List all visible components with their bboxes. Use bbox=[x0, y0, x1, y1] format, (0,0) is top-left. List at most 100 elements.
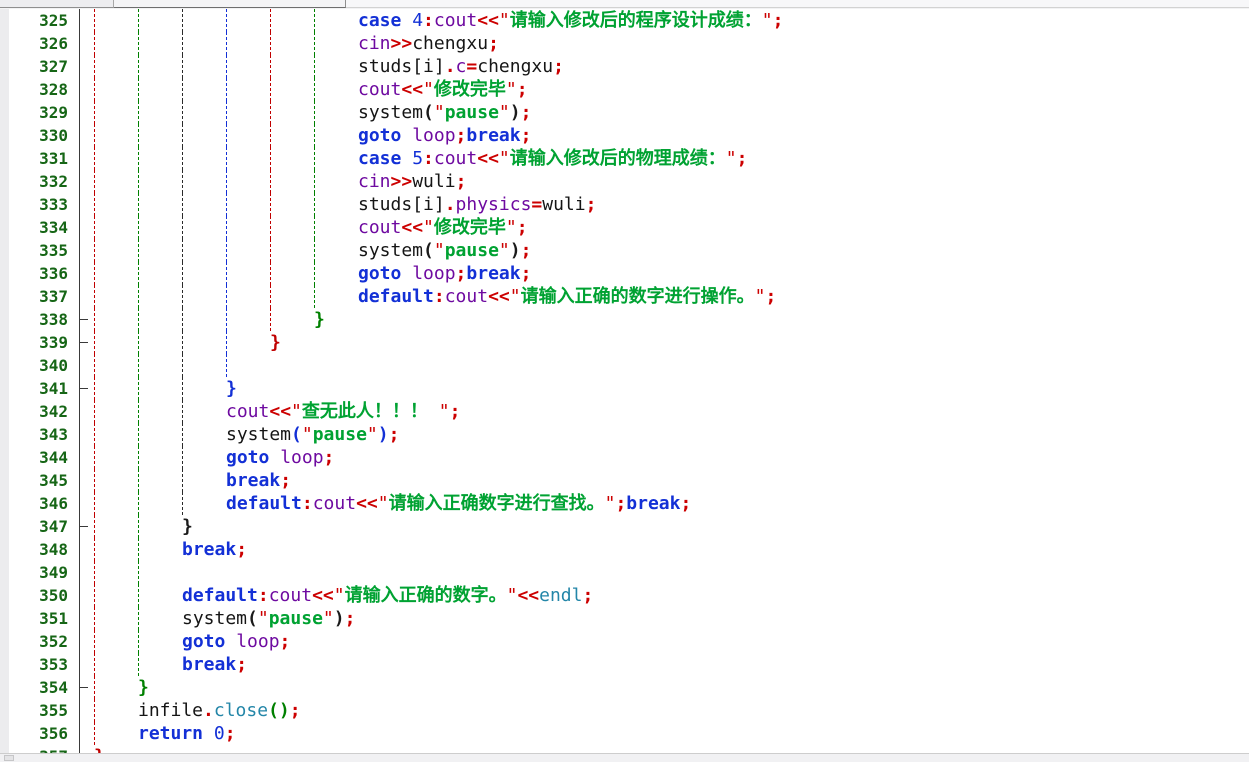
nav-bar-segment-middle[interactable] bbox=[114, 0, 346, 8]
line-number[interactable]: 337 bbox=[9, 285, 73, 308]
breakpoint-margin[interactable] bbox=[0, 538, 9, 561]
code-line[interactable]: 332 cin>>wuli; bbox=[0, 170, 1249, 193]
line-number[interactable]: 338 bbox=[9, 308, 73, 331]
code-line[interactable]: 347} bbox=[0, 515, 1249, 538]
code-line[interactable]: 325 case 4:cout<<"请输入修改后的程序设计成绩："; bbox=[0, 9, 1249, 32]
code-line[interactable]: 335 system("pause"); bbox=[0, 239, 1249, 262]
breakpoint-margin[interactable] bbox=[0, 262, 9, 285]
code-line[interactable]: 346 default:cout<<"请输入正确数字进行查找。";break; bbox=[0, 492, 1249, 515]
line-number[interactable]: 356 bbox=[9, 722, 73, 745]
breakpoint-margin[interactable] bbox=[0, 193, 9, 216]
line-number[interactable]: 352 bbox=[9, 630, 73, 653]
breakpoint-margin[interactable] bbox=[0, 423, 9, 446]
breakpoint-margin[interactable] bbox=[0, 55, 9, 78]
code-line[interactable]: 355 infile.close(); bbox=[0, 699, 1249, 722]
code-line[interactable]: 330 goto loop;break; bbox=[0, 124, 1249, 147]
line-number[interactable]: 339 bbox=[9, 331, 73, 354]
breakpoint-margin[interactable] bbox=[0, 32, 9, 55]
line-number[interactable]: 332 bbox=[9, 170, 73, 193]
breakpoint-margin[interactable] bbox=[0, 400, 9, 423]
breakpoint-margin[interactable] bbox=[0, 722, 9, 745]
horizontal-scrollbar[interactable] bbox=[0, 753, 1249, 762]
code-line[interactable]: 331 case 5:cout<<"请输入修改后的物理成绩："; bbox=[0, 147, 1249, 170]
line-number[interactable]: 329 bbox=[9, 101, 73, 124]
breakpoint-margin[interactable] bbox=[0, 147, 9, 170]
line-number[interactable]: 344 bbox=[9, 446, 73, 469]
line-number[interactable]: 340 bbox=[9, 354, 73, 377]
nav-bar-segment-left[interactable] bbox=[0, 0, 114, 8]
code-line[interactable]: 329 system("pause"); bbox=[0, 101, 1249, 124]
line-number[interactable]: 353 bbox=[9, 653, 73, 676]
breakpoint-margin[interactable] bbox=[0, 607, 9, 630]
line-number[interactable]: 349 bbox=[9, 561, 73, 584]
breakpoint-margin[interactable] bbox=[0, 584, 9, 607]
line-number[interactable]: 342 bbox=[9, 400, 73, 423]
breakpoint-margin[interactable] bbox=[0, 515, 9, 538]
code-line[interactable]: 356 return 0; bbox=[0, 722, 1249, 745]
code-line[interactable]: 349 bbox=[0, 561, 1249, 584]
breakpoint-margin[interactable] bbox=[0, 124, 9, 147]
code-line[interactable]: 352 goto loop; bbox=[0, 630, 1249, 653]
breakpoint-margin[interactable] bbox=[0, 630, 9, 653]
line-number[interactable]: 355 bbox=[9, 699, 73, 722]
breakpoint-margin[interactable] bbox=[0, 170, 9, 193]
line-number[interactable]: 331 bbox=[9, 147, 73, 170]
code-line[interactable]: 343 system("pause"); bbox=[0, 423, 1249, 446]
line-number[interactable]: 333 bbox=[9, 193, 73, 216]
line-number[interactable]: 336 bbox=[9, 262, 73, 285]
breakpoint-margin[interactable] bbox=[0, 377, 9, 400]
code-line[interactable]: 327 studs[i].c=chengxu; bbox=[0, 55, 1249, 78]
breakpoint-margin[interactable] bbox=[0, 492, 9, 515]
breakpoint-margin[interactable] bbox=[0, 653, 9, 676]
line-number[interactable]: 326 bbox=[9, 32, 73, 55]
line-number[interactable]: 343 bbox=[9, 423, 73, 446]
breakpoint-margin[interactable] bbox=[0, 699, 9, 722]
line-number[interactable]: 348 bbox=[9, 538, 73, 561]
code-line[interactable]: 344 goto loop; bbox=[0, 446, 1249, 469]
breakpoint-margin[interactable] bbox=[0, 354, 9, 377]
breakpoint-margin[interactable] bbox=[0, 216, 9, 239]
line-number[interactable]: 330 bbox=[9, 124, 73, 147]
breakpoint-margin[interactable] bbox=[0, 561, 9, 584]
line-number[interactable]: 354 bbox=[9, 676, 73, 699]
code-line[interactable]: 340 bbox=[0, 354, 1249, 377]
breakpoint-margin[interactable] bbox=[0, 285, 9, 308]
code-line[interactable]: 334 cout<<"修改完毕"; bbox=[0, 216, 1249, 239]
breakpoint-margin[interactable] bbox=[0, 101, 9, 124]
code-line[interactable]: 338} bbox=[0, 308, 1249, 331]
code-line[interactable]: 341} bbox=[0, 377, 1249, 400]
code-area[interactable]: 325 case 4:cout<<"请输入修改后的程序设计成绩："; 326 cin>… bbox=[0, 9, 1249, 762]
line-number[interactable]: 325 bbox=[9, 9, 73, 32]
breakpoint-margin[interactable] bbox=[0, 9, 9, 32]
breakpoint-margin[interactable] bbox=[0, 308, 9, 331]
code-line[interactable]: 354} bbox=[0, 676, 1249, 699]
code-line[interactable]: 342 cout<<"查无此人！！！ "; bbox=[0, 400, 1249, 423]
code-line[interactable]: 328 cout<<"修改完毕"; bbox=[0, 78, 1249, 101]
breakpoint-margin[interactable] bbox=[0, 78, 9, 101]
code-line[interactable]: 348 break; bbox=[0, 538, 1249, 561]
line-number[interactable]: 346 bbox=[9, 492, 73, 515]
line-number[interactable]: 341 bbox=[9, 377, 73, 400]
breakpoint-margin[interactable] bbox=[0, 469, 9, 492]
code-line[interactable]: 345 break; bbox=[0, 469, 1249, 492]
line-number[interactable]: 327 bbox=[9, 55, 73, 78]
code-line[interactable]: 350 default:cout<<"请输入正确的数字。"<<endl; bbox=[0, 584, 1249, 607]
breakpoint-margin[interactable] bbox=[0, 676, 9, 699]
code-line[interactable]: 326 cin>>chengxu; bbox=[0, 32, 1249, 55]
code-line[interactable]: 353 break; bbox=[0, 653, 1249, 676]
line-number[interactable]: 350 bbox=[9, 584, 73, 607]
line-number[interactable]: 345 bbox=[9, 469, 73, 492]
breakpoint-margin[interactable] bbox=[0, 239, 9, 262]
line-number[interactable]: 334 bbox=[9, 216, 73, 239]
code-line[interactable]: 336 goto loop;break; bbox=[0, 262, 1249, 285]
line-number[interactable]: 328 bbox=[9, 78, 73, 101]
code-line[interactable]: 337 default:cout<<"请输入正确的数字进行操作。"; bbox=[0, 285, 1249, 308]
scrollbar-grip-icon[interactable] bbox=[4, 755, 14, 761]
line-number[interactable]: 347 bbox=[9, 515, 73, 538]
breakpoint-margin[interactable] bbox=[0, 446, 9, 469]
code-line[interactable]: 339} bbox=[0, 331, 1249, 354]
breakpoint-margin[interactable] bbox=[0, 331, 9, 354]
line-number[interactable]: 351 bbox=[9, 607, 73, 630]
code-line[interactable]: 333 studs[i].physics=wuli; bbox=[0, 193, 1249, 216]
line-number[interactable]: 335 bbox=[9, 239, 73, 262]
